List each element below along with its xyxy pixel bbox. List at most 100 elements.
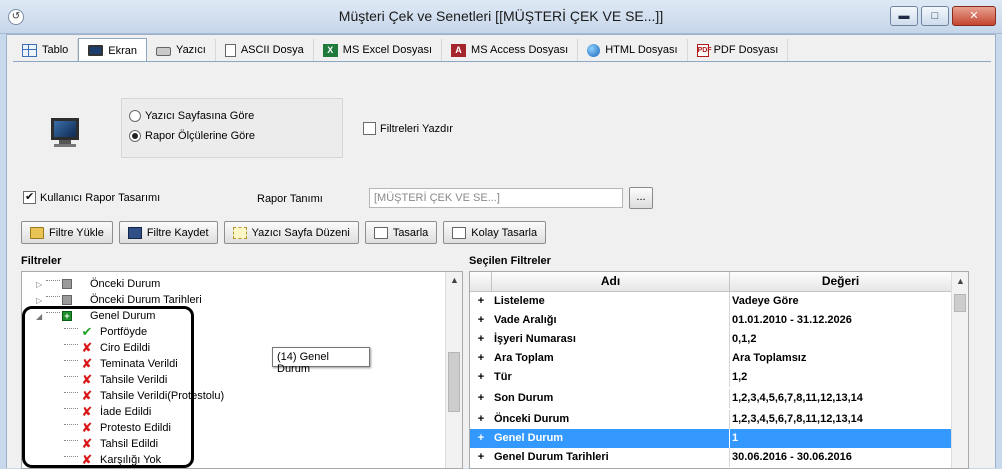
highlight-annotation — [22, 306, 194, 468]
tab-ascii[interactable]: ASCII Dosya — [216, 39, 314, 61]
tab-html[interactable]: HTML Dosyası — [578, 39, 688, 61]
expand-plus-icon[interactable]: + — [470, 389, 492, 408]
radio-label: Rapor Ölçülerine Göre — [145, 130, 256, 142]
grid-scrollbar[interactable]: ▲ — [951, 272, 968, 468]
user-design-checkbox[interactable] — [23, 190, 36, 204]
expand-arrow-icon[interactable]: ▷ — [36, 280, 46, 289]
grid-row[interactable]: + Vade Aralığı 01.01.2010 - 31.12.2026 — [470, 311, 952, 330]
grid-cell-value: 30.06.2016 - 30.06.2016 — [732, 451, 852, 463]
folder-open-icon — [30, 226, 44, 239]
tab-access[interactable]: A MS Access Dosyası — [442, 39, 579, 61]
maximize-button[interactable]: □ — [921, 6, 949, 26]
close-button[interactable]: ✕ — [952, 6, 996, 26]
tree-label: Önceki Durum — [90, 278, 161, 290]
expand-plus-icon[interactable]: + — [470, 368, 492, 387]
button-label: Kolay Tasarla — [471, 226, 538, 239]
printer-icon — [156, 47, 172, 56]
tab-label: MS Access Dosyası — [471, 44, 569, 56]
expand-plus-icon[interactable]: + — [470, 410, 492, 429]
monitor-icon — [88, 45, 104, 56]
grid-row[interactable]: + İşyeri Numarası 0,1,2 — [470, 330, 952, 349]
expand-arrow-icon[interactable]: ▷ — [36, 296, 46, 305]
radio-report-size[interactable]: Rapor Ölçülerine Göre — [129, 130, 255, 142]
tree-scrollbar[interactable]: ▲ — [445, 272, 462, 468]
radio-printer-page[interactable]: Yazıcı Sayfasına Göre — [129, 110, 254, 122]
tab-ekran[interactable]: Ekran — [78, 38, 148, 62]
column-header-value[interactable]: Değeri — [730, 272, 952, 292]
grid-row[interactable]: + Tür 1,2 — [470, 368, 952, 387]
minimize-button[interactable]: ▬ — [890, 6, 918, 26]
radio-label: Yazıcı Sayfasına Göre — [145, 110, 255, 122]
tab-label: ASCII Dosya — [240, 44, 304, 56]
report-browse-button[interactable]: ... — [629, 187, 653, 209]
grid-row[interactable]: + Son Durum 1,2,3,4,5,6,7,8,11,12,13,14 — [470, 389, 952, 408]
design-icon — [373, 226, 388, 239]
grid-row[interactable]: + Ara Toplam Ara Toplamsız — [470, 349, 952, 368]
grid-cell-value: 01.01.2010 - 31.12.2026 — [732, 314, 852, 326]
tab-label: Tablo — [42, 44, 69, 56]
design-button[interactable]: Tasarla — [364, 221, 438, 244]
tree-label: Önceki Durum Tarihleri — [90, 294, 202, 306]
grid-cell-value: 1,2,3,4,5,6,7,8,11,12,13,14 — [732, 413, 863, 425]
tab-label: Ekran — [108, 44, 138, 57]
tab-yazici[interactable]: Yazıcı — [147, 39, 216, 61]
button-label: Filtre Yükle — [49, 226, 104, 239]
expand-plus-icon[interactable]: + — [470, 330, 492, 349]
column-header-name[interactable]: Adı — [492, 272, 730, 292]
expand-plus-icon[interactable]: + — [470, 429, 492, 448]
scroll-up-icon[interactable]: ▲ — [450, 275, 459, 285]
print-filters-checkbox[interactable] — [363, 122, 376, 135]
grid-cell-name: Genel Durum Tarihleri — [492, 448, 730, 467]
scroll-up-icon[interactable]: ▲ — [956, 276, 965, 286]
grid-cell-value: Vadeye Göre — [732, 295, 799, 307]
report-definition-label: Rapor Tanımı — [257, 193, 323, 205]
expand-plus-icon[interactable]: + — [470, 349, 492, 368]
selected-filters-grid[interactable]: Adı Değeri + Listeleme Vadeye Göre + Vade Ar… — [469, 271, 969, 469]
gray-square-icon — [62, 295, 72, 305]
size-option-group: Yazıcı Sayfasına Göre Rapor Ölçülerine G… — [121, 98, 343, 158]
user-design-label: Kullanıcı Rapor Tasarımı — [40, 191, 161, 204]
user-design-option[interactable]: Kullanıcı Rapor Tasarımı — [23, 190, 161, 204]
tooltip: (14) Genel Durum — [272, 347, 370, 375]
table-icon — [22, 43, 37, 57]
grid-cell-name: İşyeri Numarası — [492, 330, 730, 349]
globe-icon — [587, 43, 601, 57]
report-definition-field[interactable]: [MÜŞTERİ ÇEK VE SE...] — [369, 188, 623, 208]
grid-row[interactable]: + Önceki Durum 1,2,3,4,5,6,7,8,11,12,13,14 — [470, 410, 952, 429]
button-label: Yazıcı Sayfa Düzeni — [251, 226, 350, 239]
grid-cell-value: Ara Toplamsız — [732, 352, 807, 364]
tree-node-onceki-durum[interactable]: ▷ Önceki Durum — [36, 276, 160, 292]
save-disk-icon — [127, 226, 142, 239]
window-title: Müşteri Çek ve Senetleri [[MÜŞTERİ ÇEK V… — [338, 8, 664, 24]
save-filter-button[interactable]: Filtre Kaydet — [118, 221, 218, 244]
scroll-thumb[interactable] — [448, 352, 460, 412]
grid-row[interactable]: + Genel Durum Tarihleri 30.06.2016 - 30.06… — [470, 448, 952, 467]
grid-row[interactable]: + Listeleme Vadeye Göre — [470, 292, 952, 311]
scroll-thumb[interactable] — [954, 294, 966, 312]
tab-label: MS Excel Dosyası — [342, 44, 433, 56]
easy-design-button[interactable]: Kolay Tasarla — [443, 221, 547, 244]
expand-plus-icon[interactable]: + — [470, 311, 492, 330]
output-tabs: Tablo Ekran Yazıcı ASCII Dosya X MS Exce… — [13, 38, 789, 62]
grid-header: Adı Değeri — [470, 272, 952, 292]
print-filters-option[interactable]: Filtreleri Yazdır — [363, 122, 453, 135]
grid-cell-name: Genel Durum — [492, 429, 730, 448]
tab-pdf[interactable]: PDF PDF Dosyası — [688, 39, 789, 61]
load-filter-button[interactable]: Filtre Yükle — [21, 221, 113, 244]
page-setup-button[interactable]: Yazıcı Sayfa Düzeni — [223, 221, 359, 244]
pdf-icon: PDF — [696, 43, 712, 57]
grid-header-expand — [470, 272, 492, 292]
radio-button-selected[interactable] — [129, 130, 141, 142]
tab-tablo[interactable]: Tablo — [13, 39, 79, 61]
ekran-tab-panel: Yazıcı Sayfasına Göre Rapor Ölçülerine G… — [13, 61, 991, 187]
print-filters-label: Filtreleri Yazdır — [380, 122, 453, 135]
expand-plus-icon[interactable]: + — [470, 448, 492, 467]
tab-excel[interactable]: X MS Excel Dosyası — [314, 39, 443, 61]
title-bar: ↺ Müşteri Çek ve Senetleri [[MÜŞTERİ ÇEK… — [0, 0, 1002, 34]
button-label: Filtre Kaydet — [146, 226, 209, 239]
grid-row[interactable]: + Genel Durum 1 — [470, 429, 952, 448]
grid-cell-value: 0,1,2 — [732, 333, 757, 345]
grid-cell-name: Listeleme — [492, 292, 730, 311]
expand-plus-icon[interactable]: + — [470, 292, 492, 311]
radio-button[interactable] — [129, 110, 141, 122]
